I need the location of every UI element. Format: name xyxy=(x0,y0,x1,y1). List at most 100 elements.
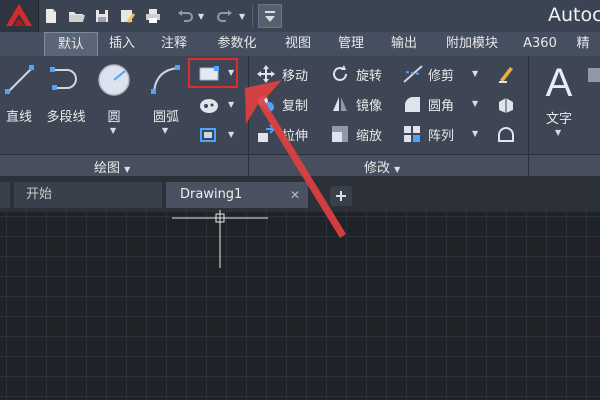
array-button[interactable]: 阵列 ▼ xyxy=(400,122,484,146)
app-menu-button[interactable] xyxy=(0,0,39,33)
stretch-icon xyxy=(258,124,276,142)
redo-icon[interactable] xyxy=(216,7,234,25)
customize-icon xyxy=(265,11,275,22)
trim-dropdown-icon[interactable]: ▼ xyxy=(472,69,478,78)
explode-button[interactable] xyxy=(494,92,520,116)
tab-output[interactable]: 输出 xyxy=(382,32,426,56)
fillet-button[interactable]: 圆角 ▼ xyxy=(400,92,484,116)
toolbar-separator xyxy=(252,5,253,27)
tab-a360[interactable]: A360 xyxy=(518,32,562,56)
polyline-button[interactable]: 多段线 xyxy=(40,60,90,150)
autocad-logo-icon xyxy=(6,4,32,26)
plus-icon xyxy=(336,191,346,201)
polyline-label: 多段线 xyxy=(46,110,86,125)
arc-label: 圆弧 xyxy=(152,110,179,125)
line-button[interactable]: 直线 xyxy=(0,60,40,150)
redo-dropdown-icon[interactable]: ▼ xyxy=(239,12,245,21)
copy-icon xyxy=(258,96,274,112)
rotate-icon xyxy=(333,65,347,81)
tab-featured[interactable]: 精 xyxy=(568,32,598,56)
tab-start[interactable]: 开始 xyxy=(14,182,162,208)
offset-icon xyxy=(498,127,514,142)
trim-label: 修剪 xyxy=(428,69,455,84)
explode-icon xyxy=(499,98,513,113)
dimension-button[interactable] xyxy=(586,60,600,150)
trim-button[interactable]: 修剪 ▼ xyxy=(400,62,484,86)
print-icon[interactable] xyxy=(144,7,162,25)
tab-start-label: 开始 xyxy=(26,187,53,202)
rotate-button[interactable]: 旋转 xyxy=(328,62,392,86)
highlight-box xyxy=(188,58,238,88)
panel-divider xyxy=(248,56,249,176)
customize-toolbar-button[interactable] xyxy=(258,4,282,28)
tab-default[interactable]: 默认 xyxy=(44,32,98,56)
offset-button[interactable] xyxy=(494,122,520,146)
hatch-icon xyxy=(200,99,218,113)
tab-view[interactable]: 视图 xyxy=(276,32,320,56)
erase-button[interactable] xyxy=(494,62,520,86)
draw-panel-title[interactable]: 绘图 ▼ xyxy=(94,157,130,176)
close-tab-icon[interactable]: ✕ xyxy=(290,182,300,208)
save-icon[interactable] xyxy=(93,7,111,25)
circle-button[interactable]: 圆 ▼ xyxy=(94,60,134,150)
undo-icon[interactable] xyxy=(176,7,194,25)
modify-panel-label: 修改 xyxy=(364,161,391,176)
window-title: Autoc xyxy=(548,4,600,26)
mirror-button[interactable]: 镜像 xyxy=(328,92,392,116)
array-label: 阵列 xyxy=(428,129,455,144)
modify-panel-title[interactable]: 修改 ▼ xyxy=(364,157,400,176)
draw-panel-label: 绘图 xyxy=(94,161,121,176)
new-tab-button[interactable] xyxy=(330,186,352,206)
modify-panel-expand-icon[interactable]: ▼ xyxy=(394,165,400,174)
mirror-label: 镜像 xyxy=(356,99,383,114)
drawing-canvas[interactable] xyxy=(0,212,600,400)
circle-icon xyxy=(98,64,130,96)
trim-icon xyxy=(403,65,423,83)
arc-icon xyxy=(151,65,180,94)
fillet-dropdown-icon[interactable]: ▼ xyxy=(472,99,478,108)
arc-dropdown-icon[interactable]: ▼ xyxy=(162,126,168,135)
svg-text:A: A xyxy=(546,61,573,102)
tab-addins[interactable]: 附加模块 xyxy=(434,32,510,56)
tab-parametric[interactable]: 参数化 xyxy=(206,32,268,56)
undo-dropdown-icon[interactable]: ▼ xyxy=(198,12,204,21)
move-button[interactable]: 移动 xyxy=(254,62,318,86)
fillet-label: 圆角 xyxy=(428,99,455,114)
erase-icon xyxy=(499,67,513,83)
scale-icon xyxy=(332,126,348,142)
polyline-icon xyxy=(50,67,77,90)
panel-divider xyxy=(528,56,529,176)
text-button[interactable]: A 文字 ▼ xyxy=(536,60,582,152)
doctab-edge xyxy=(0,182,10,208)
array-dropdown-icon[interactable]: ▼ xyxy=(472,129,478,138)
scale-button[interactable]: 缩放 xyxy=(328,122,392,146)
copy-button[interactable]: 复制 xyxy=(254,92,318,116)
move-icon xyxy=(257,65,275,83)
boundary-icon xyxy=(200,128,216,142)
boundary-button[interactable]: ▼ xyxy=(192,124,236,146)
stretch-button[interactable]: 拉伸 xyxy=(254,122,318,146)
tab-insert[interactable]: 插入 xyxy=(100,32,144,56)
circle-dropdown-icon[interactable]: ▼ xyxy=(110,126,116,135)
text-dropdown-icon[interactable]: ▼ xyxy=(555,128,561,137)
line-label: 直线 xyxy=(5,110,32,125)
hatch-dropdown-icon[interactable]: ▼ xyxy=(228,100,234,109)
arc-button[interactable]: 圆弧 ▼ xyxy=(142,60,190,150)
scale-label: 缩放 xyxy=(356,129,383,144)
open-folder-icon[interactable] xyxy=(67,7,85,25)
fillet-icon xyxy=(405,97,420,112)
copy-label: 复制 xyxy=(282,99,309,114)
title-bar xyxy=(0,0,600,32)
tab-manage[interactable]: 管理 xyxy=(328,32,374,56)
new-file-icon[interactable] xyxy=(42,7,60,25)
text-icon: A xyxy=(546,61,573,102)
tab-annotate[interactable]: 注释 xyxy=(150,32,198,56)
boundary-dropdown-icon[interactable]: ▼ xyxy=(228,130,234,139)
hatch-button[interactable]: ▼ xyxy=(192,94,236,116)
crosshair-cursor-icon xyxy=(172,210,268,268)
draw-panel-expand-icon[interactable]: ▼ xyxy=(124,165,130,174)
ribbon-panel-footer xyxy=(0,154,600,177)
save-as-icon[interactable] xyxy=(118,7,136,25)
rotate-label: 旋转 xyxy=(356,69,383,84)
line-icon xyxy=(5,65,34,94)
